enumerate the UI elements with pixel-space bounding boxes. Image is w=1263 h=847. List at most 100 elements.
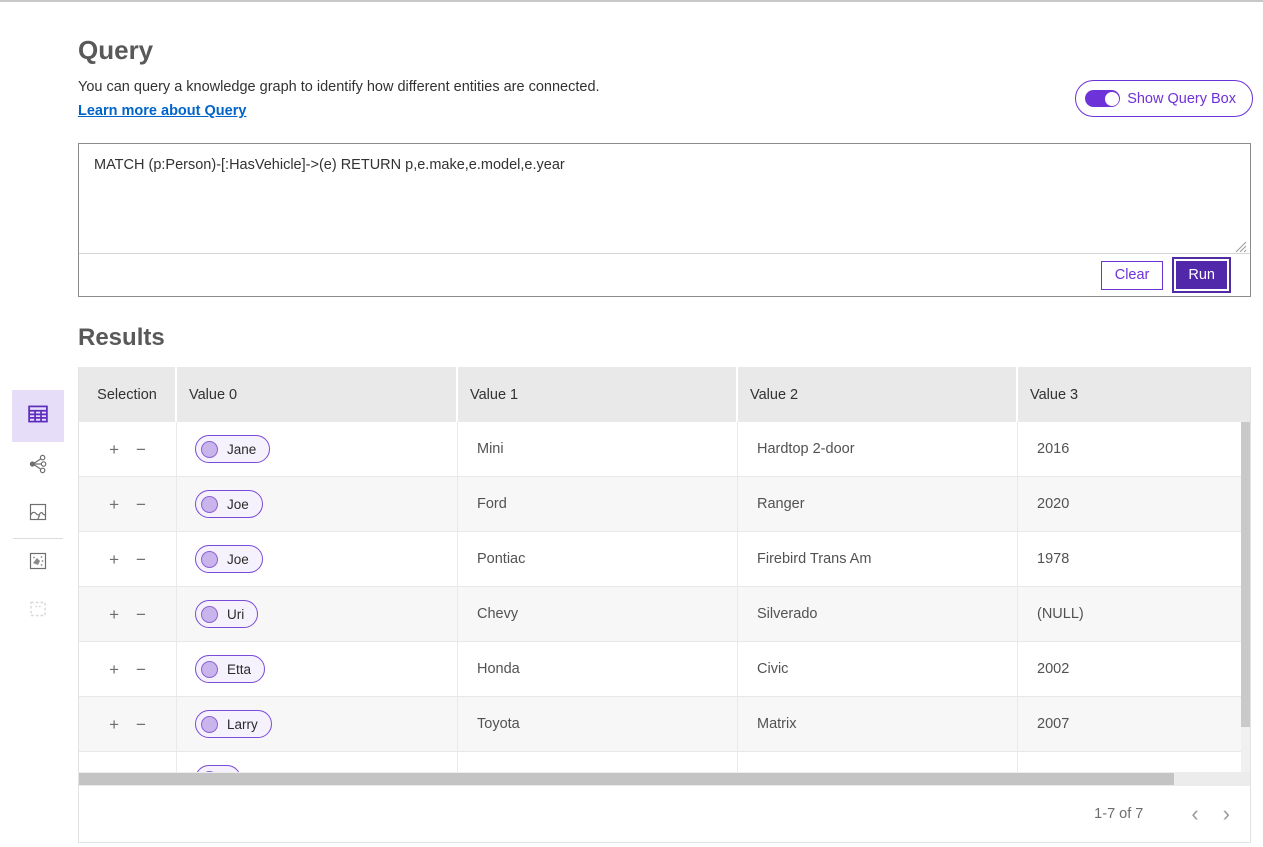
value2-cell: Matrix xyxy=(738,697,1018,751)
table-body: + − Jane Mini Hardtop 2-door 2016 + − xyxy=(79,422,1250,772)
results-title: Results xyxy=(78,324,165,352)
query-box: MATCH (p:Person)-[:HasVehicle]->(e) RETU… xyxy=(78,143,1251,297)
entity-name: Larry xyxy=(227,717,258,732)
view-toolbar xyxy=(12,390,64,635)
value1-cell: Pontiac xyxy=(458,532,738,586)
entity-name: Jane xyxy=(227,442,256,457)
add-to-selection-button[interactable]: + xyxy=(109,441,119,458)
value2-cell: Ranger xyxy=(738,477,1018,531)
horizontal-scrollbar[interactable] xyxy=(79,772,1250,786)
value1-cell: Ford xyxy=(458,477,738,531)
entity-cell: Uri xyxy=(177,587,458,641)
entity-node-icon xyxy=(201,551,218,568)
previous-page-button[interactable]: ‹ xyxy=(1185,803,1204,825)
value3-cell: 2002 xyxy=(1018,642,1250,696)
remove-from-selection-button[interactable]: − xyxy=(136,551,146,568)
toggle-label: Show Query Box xyxy=(1127,91,1236,107)
add-to-selection-button[interactable]: + xyxy=(109,716,119,733)
tool-map-view[interactable] xyxy=(12,490,64,538)
tool-link-chart-view[interactable] xyxy=(12,442,64,490)
run-button[interactable]: Run xyxy=(1176,261,1227,289)
table-row: + − Jane Mini Hardtop 2-door 2016 xyxy=(79,422,1250,477)
column-header-selection: Selection xyxy=(79,367,177,422)
query-description: You can query a knowledge graph to ident… xyxy=(78,79,600,95)
table-row: + − Etta Honda Civic 2002 xyxy=(79,642,1250,697)
table-header-row: Selection Value 0 Value 1 Value 2 Value … xyxy=(79,367,1250,422)
toggle-knob xyxy=(1105,92,1119,106)
value2-cell: Firebird Trans Am xyxy=(738,532,1018,586)
value3-cell: 1978 xyxy=(1018,532,1250,586)
horizontal-scrollbar-thumb[interactable] xyxy=(79,773,1174,785)
entity-node-icon xyxy=(201,716,218,733)
value2-cell: Civic xyxy=(738,642,1018,696)
add-to-selection-button[interactable]: + xyxy=(109,551,119,568)
page-top-border xyxy=(0,0,1263,2)
entity-chip[interactable] xyxy=(195,765,241,772)
entity-chip[interactable]: Joe xyxy=(195,545,263,573)
add-to-selection-button[interactable]: + xyxy=(109,661,119,678)
entity-cell xyxy=(177,752,458,772)
column-header-value2: Value 2 xyxy=(738,367,1018,422)
value1-cell: Toyota xyxy=(458,697,738,751)
entity-chip[interactable]: Etta xyxy=(195,655,265,683)
selection-cell: + − xyxy=(79,477,177,531)
selection-cell: + − xyxy=(79,532,177,586)
value3-cell: 2016 xyxy=(1018,422,1250,476)
add-to-map-icon xyxy=(26,549,50,578)
entity-chip[interactable]: Jane xyxy=(195,435,270,463)
value3-cell: (NULL) xyxy=(1018,587,1250,641)
run-button-focus-ring: Run xyxy=(1172,257,1231,293)
column-header-value3: Value 3 xyxy=(1018,367,1250,422)
selection-cell: + − xyxy=(79,587,177,641)
table-row: + − xyxy=(79,752,1250,772)
remove-from-selection-button[interactable]: − xyxy=(136,661,146,678)
vertical-scrollbar-thumb[interactable] xyxy=(1241,422,1250,727)
results-table: Selection Value 0 Value 1 Value 2 Value … xyxy=(78,367,1251,843)
entity-node-icon xyxy=(201,441,218,458)
value3-cell xyxy=(1018,752,1250,772)
table-row: + − Larry Toyota Matrix 2007 xyxy=(79,697,1250,752)
selection-cell: + − xyxy=(79,752,177,772)
table-row: + − Joe Pontiac Firebird Trans Am 1978 xyxy=(79,532,1250,587)
clear-button[interactable]: Clear xyxy=(1101,261,1164,290)
tool-table-view[interactable] xyxy=(12,390,64,442)
entity-node-icon xyxy=(201,606,218,623)
pagination-range: 1-7 of 7 xyxy=(1094,806,1143,822)
remove-from-selection-button[interactable]: − xyxy=(136,496,146,513)
link-chart-icon xyxy=(26,452,50,481)
remove-from-selection-button[interactable]: − xyxy=(136,716,146,733)
resize-grip-icon[interactable] xyxy=(1235,240,1247,252)
entity-chip[interactable]: Uri xyxy=(195,600,258,628)
entity-cell: Etta xyxy=(177,642,458,696)
learn-more-link[interactable]: Learn more about Query xyxy=(78,103,246,119)
add-to-selection-button[interactable]: + xyxy=(109,606,119,623)
entity-cell: Joe xyxy=(177,477,458,531)
remove-from-selection-button[interactable]: − xyxy=(136,606,146,623)
entity-chip[interactable]: Larry xyxy=(195,710,272,738)
add-to-selection-button[interactable]: + xyxy=(109,496,119,513)
tool-add-to-map[interactable] xyxy=(12,539,64,587)
table-row: + − Joe Ford Ranger 2020 xyxy=(79,477,1250,532)
table-grid-icon xyxy=(25,401,51,432)
entity-node-icon xyxy=(201,496,218,513)
value2-cell: Silverado xyxy=(738,587,1018,641)
value2-cell xyxy=(738,752,1018,772)
value2-cell: Hardtop 2-door xyxy=(738,422,1018,476)
value1-cell: Chevy xyxy=(458,587,738,641)
column-header-value0: Value 0 xyxy=(177,367,458,422)
toggle-switch-icon[interactable] xyxy=(1085,90,1120,107)
value1-cell xyxy=(458,752,738,772)
entity-cell: Jane xyxy=(177,422,458,476)
table-row: + − Uri Chevy Silverado (NULL) xyxy=(79,587,1250,642)
value1-cell: Honda xyxy=(458,642,738,696)
page-title: Query xyxy=(78,35,153,66)
next-page-button[interactable]: › xyxy=(1217,803,1236,825)
vertical-scrollbar[interactable] xyxy=(1241,422,1250,772)
remove-from-selection-button[interactable]: − xyxy=(136,441,146,458)
show-query-box-toggle[interactable]: Show Query Box xyxy=(1075,80,1253,117)
entity-chip[interactable]: Joe xyxy=(195,490,263,518)
query-input[interactable]: MATCH (p:Person)-[:HasVehicle]->(e) RETU… xyxy=(79,144,1250,254)
entity-name: Uri xyxy=(227,607,244,622)
map-icon xyxy=(26,500,50,529)
value3-cell: 2020 xyxy=(1018,477,1250,531)
